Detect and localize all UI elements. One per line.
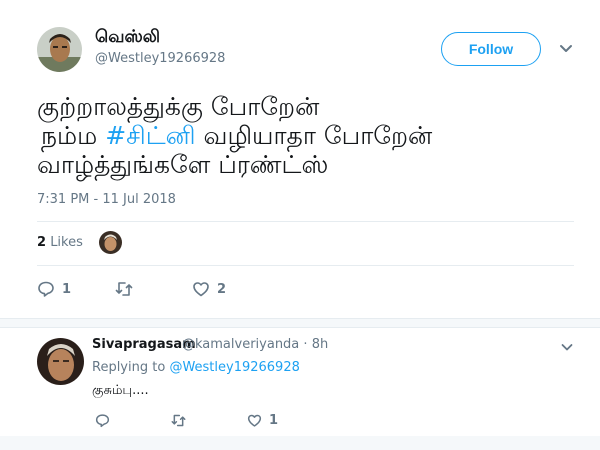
reply-tweet: Sivapragasam @kamalveriyanda · 8h Replyi… — [0, 328, 600, 450]
reply-author-handle[interactable]: @kamalveriyanda — [182, 337, 299, 352]
tweet-line-3: வாழ்த்துங்களே ப்ரண்ட்ஸ் — [37, 150, 577, 179]
hashtag-link[interactable]: #சிட்னி — [105, 121, 195, 150]
heart-icon — [193, 282, 209, 297]
reply-action[interactable] — [95, 413, 117, 428]
reply-icon — [38, 281, 54, 297]
heart-icon — [247, 414, 262, 427]
reply-like-count: 1 — [269, 413, 279, 428]
like-count: 2 — [217, 281, 227, 297]
reply-text: குசும்பு.... — [92, 383, 149, 398]
tweet-text: குற்றாலத்துக்கு போறேன் நம்ம #சிட்னி வழிய… — [37, 92, 577, 179]
author-name[interactable]: வெஸ்லி — [95, 27, 160, 49]
likes-number: 2 — [37, 235, 47, 250]
tweet-line-1: குற்றாலத்துக்கு போறேன் — [37, 92, 577, 121]
author-avatar[interactable] — [37, 27, 82, 72]
retweet-action[interactable] — [115, 280, 140, 298]
like-action[interactable]: 1 — [247, 413, 278, 428]
author-handle[interactable]: @Westley19266928 — [95, 51, 225, 66]
tweet-line-2-text-end: வழியாதா போறேன் — [195, 121, 433, 150]
replying-to: Replying to @Westley19266928 — [92, 360, 300, 375]
likes-count[interactable]: 2 Likes — [37, 235, 83, 250]
tweet-timestamp[interactable]: 7:31 PM - 11 Jul 2018 — [37, 192, 176, 207]
reply-action[interactable]: 1 — [37, 280, 71, 298]
retweet-icon — [171, 414, 186, 427]
reply-meta: @kamalveriyanda · 8h — [182, 337, 329, 352]
follow-button[interactable]: Follow — [441, 32, 541, 66]
likes-label: Likes — [50, 235, 83, 250]
divider — [37, 221, 574, 222]
replying-to-link[interactable]: @Westley19266928 — [169, 360, 299, 375]
retweet-action[interactable] — [171, 413, 193, 428]
tweet-line-1-text: குற்றாலத்துக்கு போறேன் — [37, 92, 320, 121]
liker-avatar[interactable] — [99, 231, 122, 254]
reply-icon — [95, 414, 110, 428]
thread-separator — [0, 318, 600, 328]
retweet-icon — [115, 282, 133, 296]
main-tweet: வெஸ்லி @Westley19266928 Follow குற்றாலத்… — [0, 0, 600, 318]
reply-author-name[interactable]: Sivapragasam — [92, 337, 196, 352]
replying-prefix: Replying to — [92, 360, 166, 375]
divider — [37, 265, 574, 266]
tweet-line-3-text: வாழ்த்துங்களே ப்ரண்ட்ஸ் — [37, 150, 329, 179]
reply-author-avatar[interactable] — [37, 338, 84, 385]
reply-time[interactable]: 8h — [312, 337, 329, 352]
chevron-down-icon[interactable] — [558, 40, 574, 56]
tweet-line-2: நம்ம #சிட்னி வழியாதா போறேன் — [37, 121, 577, 150]
reply-count: 1 — [62, 281, 72, 297]
bottom-strip — [0, 436, 600, 450]
chevron-down-icon[interactable] — [560, 340, 574, 354]
like-action[interactable]: 2 — [192, 280, 226, 298]
tweet-line-2-text: நம்ம — [41, 121, 106, 150]
